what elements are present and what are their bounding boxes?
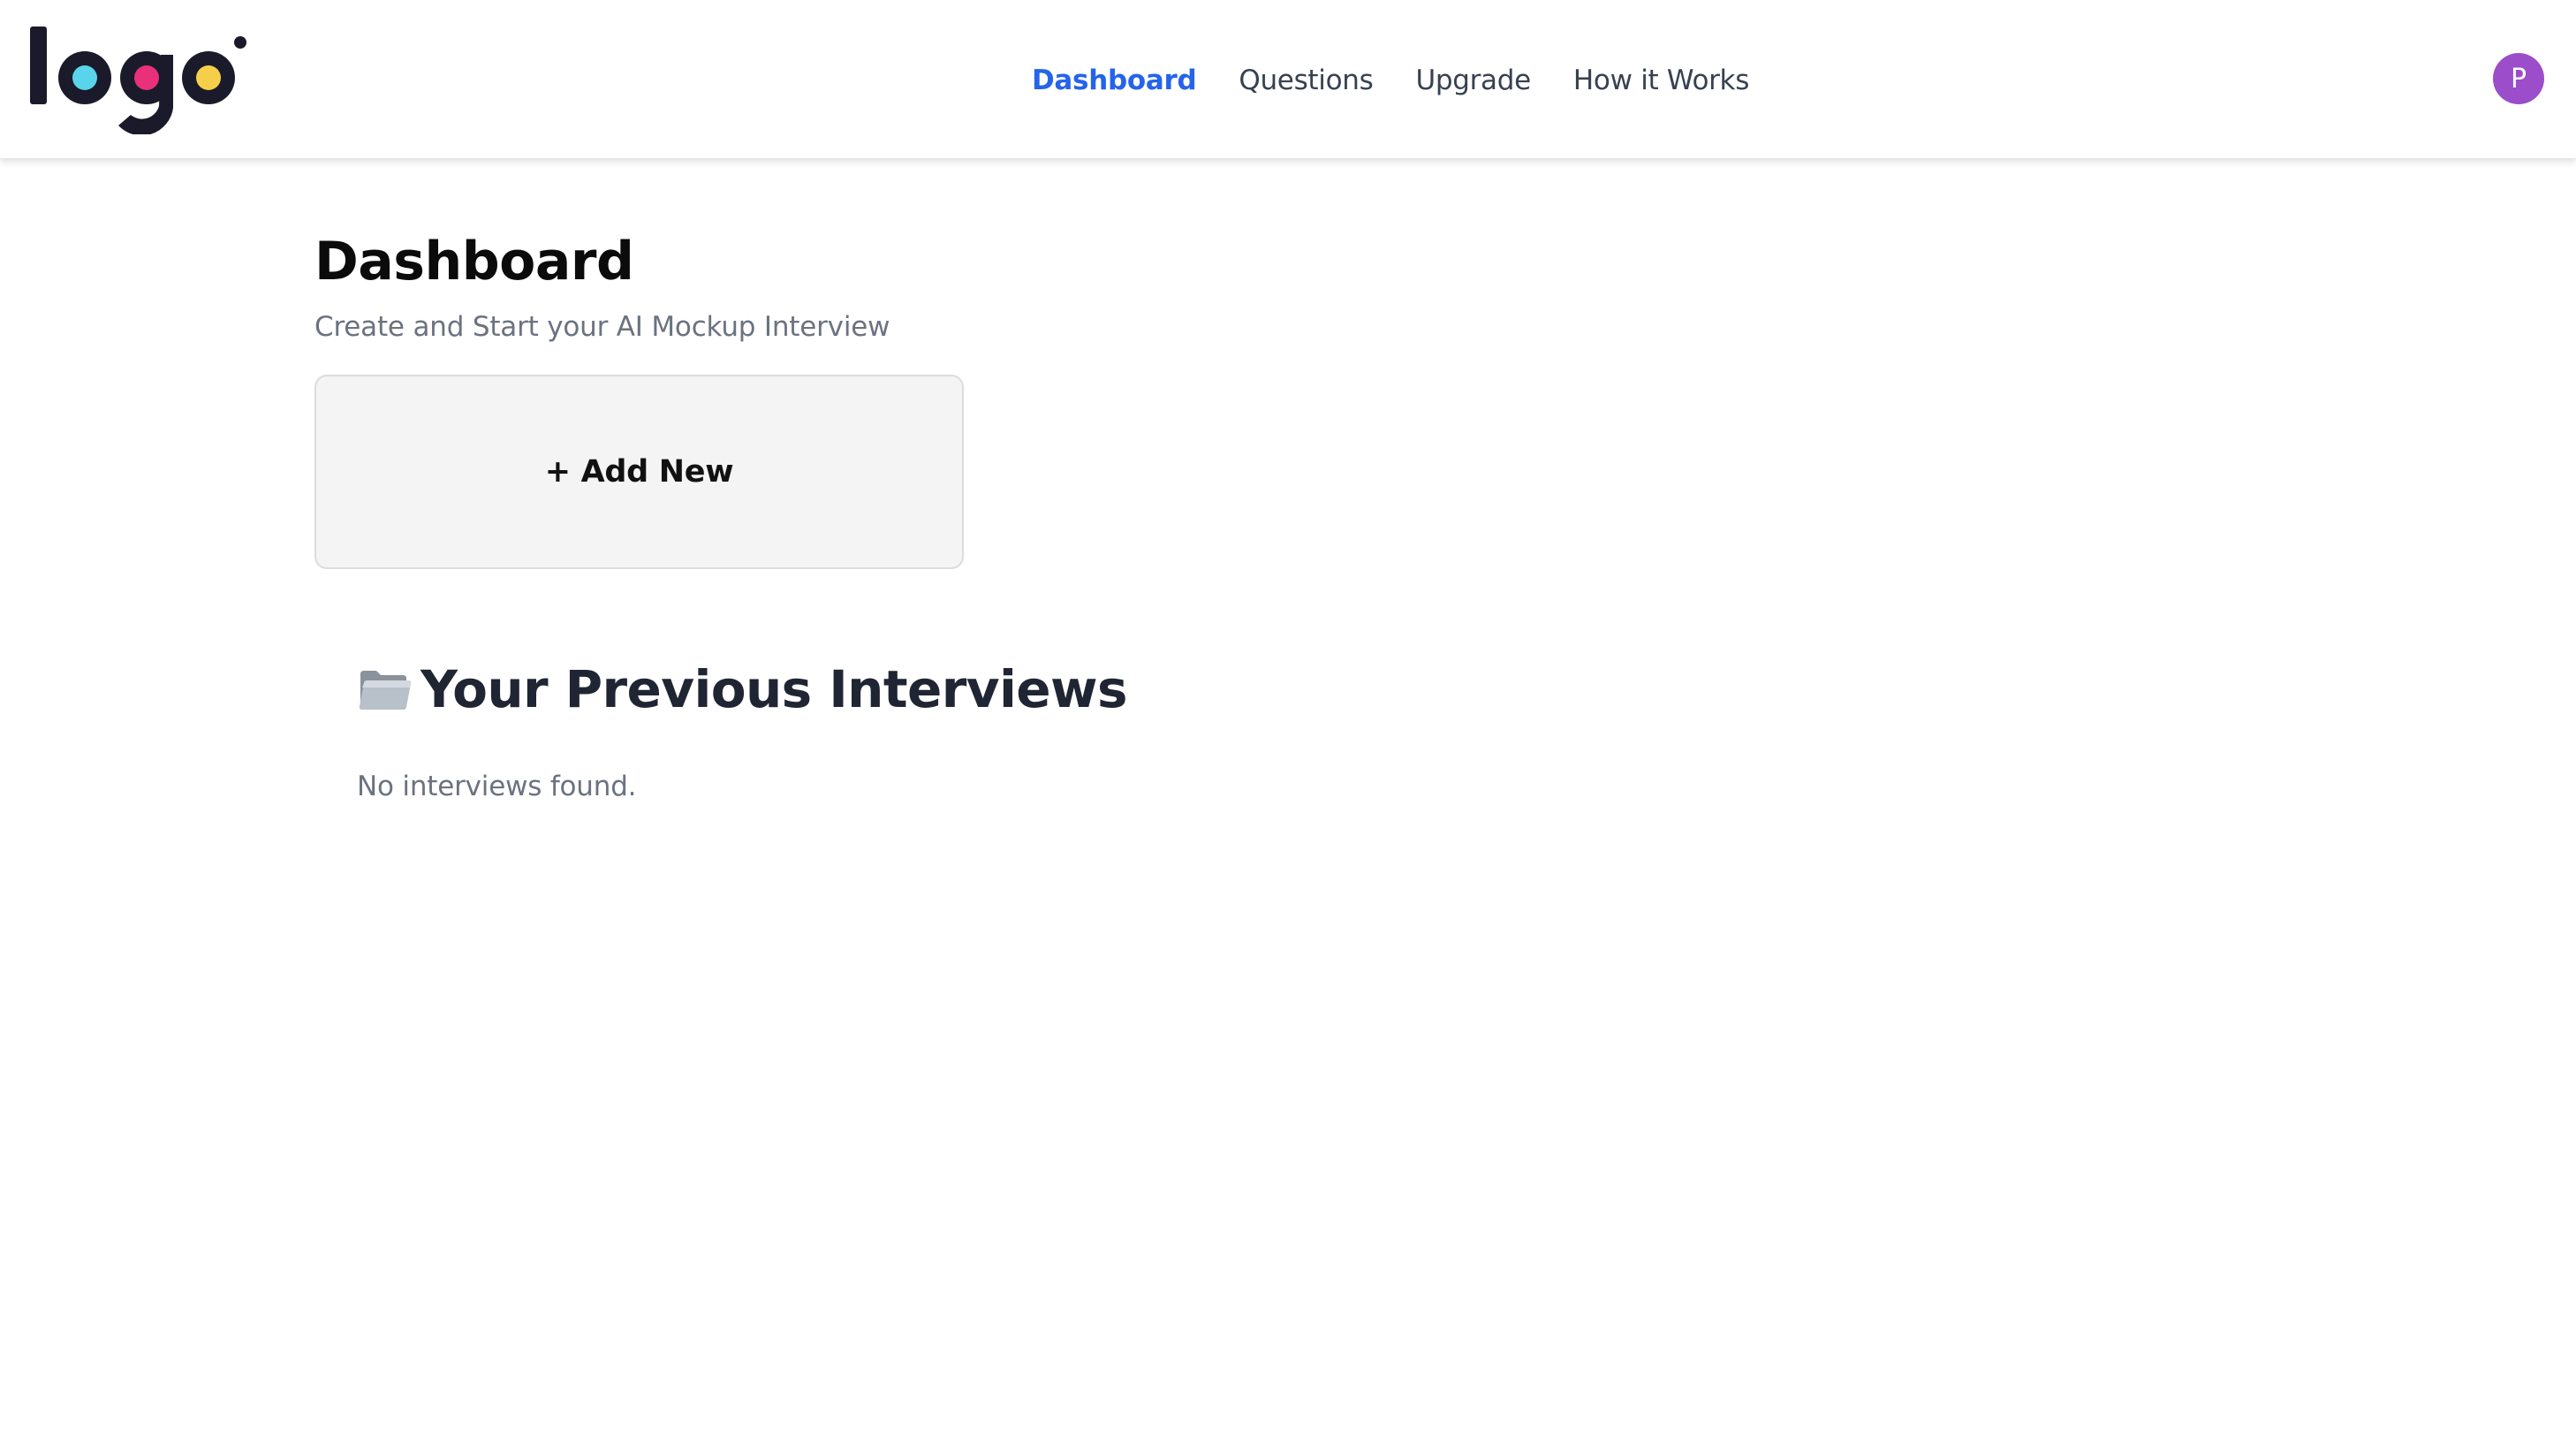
logo[interactable] [27,19,253,134]
add-new-card[interactable]: + Add New [314,375,964,569]
main-nav: Dashboard Questions Upgrade How it Works [1032,58,1749,103]
nav-questions[interactable]: Questions [1239,65,1373,96]
previous-interviews-section: Your Previous Interviews No interviews f… [357,657,2258,804]
page-title: Dashboard [314,231,634,292]
main-content: Dashboard Create and Start your AI Mocku… [314,230,2258,804]
previous-interviews-title: Your Previous Interviews [420,659,1127,719]
page-subtitle: Create and Start your AI Mockup Intervie… [314,311,890,343]
nav-how-it-works[interactable]: How it Works [1573,65,1749,96]
nav-dashboard[interactable]: Dashboard [1032,65,1197,96]
empty-state-message: No interviews found. [357,771,637,802]
folder-icon [359,671,412,710]
user-avatar[interactable]: P [2493,53,2544,104]
top-header: Dashboard Questions Upgrade How it Works… [0,0,2576,159]
previous-interviews-heading: Your Previous Interviews [357,657,2258,721]
nav-upgrade[interactable]: Upgrade [1415,65,1531,96]
add-new-label: + Add New [544,454,734,490]
